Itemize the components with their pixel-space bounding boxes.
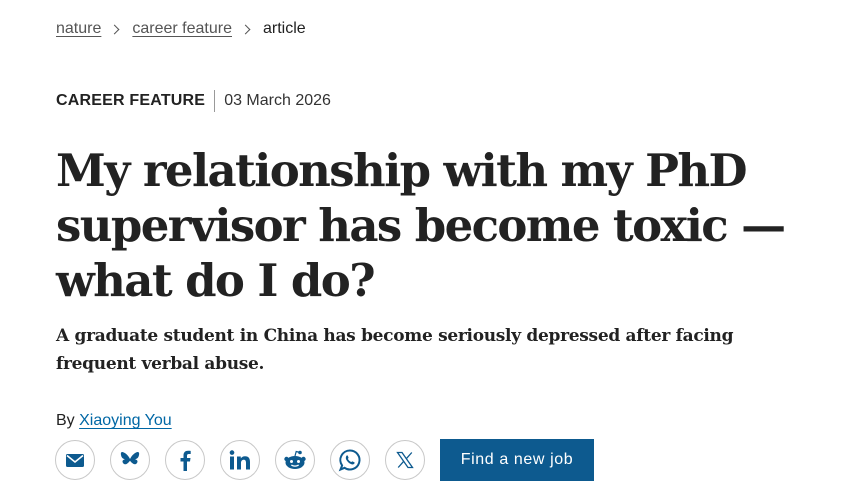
share-reddit-button[interactable] <box>275 440 315 480</box>
publication-date: 03 March 2026 <box>224 92 331 109</box>
meta-divider <box>214 90 216 112</box>
article-meta: CAREER FEATURE 03 March 2026 <box>56 90 331 112</box>
bluesky-icon <box>120 451 140 469</box>
share-whatsapp-button[interactable] <box>330 440 370 480</box>
share-x-button[interactable] <box>385 440 425 480</box>
reddit-icon <box>283 450 307 470</box>
share-toolbar: Find a new job <box>55 439 594 481</box>
chevron-right-icon <box>240 24 251 34</box>
share-email-button[interactable] <box>55 440 95 480</box>
breadcrumb: nature career feature article <box>56 18 306 40</box>
article-title: My relationship with my PhD supervisor h… <box>56 144 786 307</box>
author-link[interactable]: Xiaoying You <box>79 412 172 429</box>
x-icon <box>396 451 414 469</box>
facebook-icon <box>179 449 191 471</box>
find-new-job-button[interactable]: Find a new job <box>440 439 594 481</box>
whatsapp-icon <box>338 448 362 472</box>
share-facebook-button[interactable] <box>165 440 205 480</box>
breadcrumb-link-career-feature[interactable]: career feature <box>132 18 232 40</box>
linkedin-icon <box>229 450 251 470</box>
byline-prefix: By <box>56 412 75 429</box>
breadcrumb-link-nature[interactable]: nature <box>56 18 101 40</box>
article-type-label: CAREER FEATURE <box>56 92 206 109</box>
article-standfirst: A graduate student in China has become s… <box>56 326 734 374</box>
chevron-right-icon <box>109 24 120 34</box>
share-bluesky-button[interactable] <box>110 440 150 480</box>
byline: By Xiaoying You <box>56 410 172 432</box>
share-linkedin-button[interactable] <box>220 440 260 480</box>
email-icon <box>65 453 85 468</box>
breadcrumb-current: article <box>262 20 306 37</box>
